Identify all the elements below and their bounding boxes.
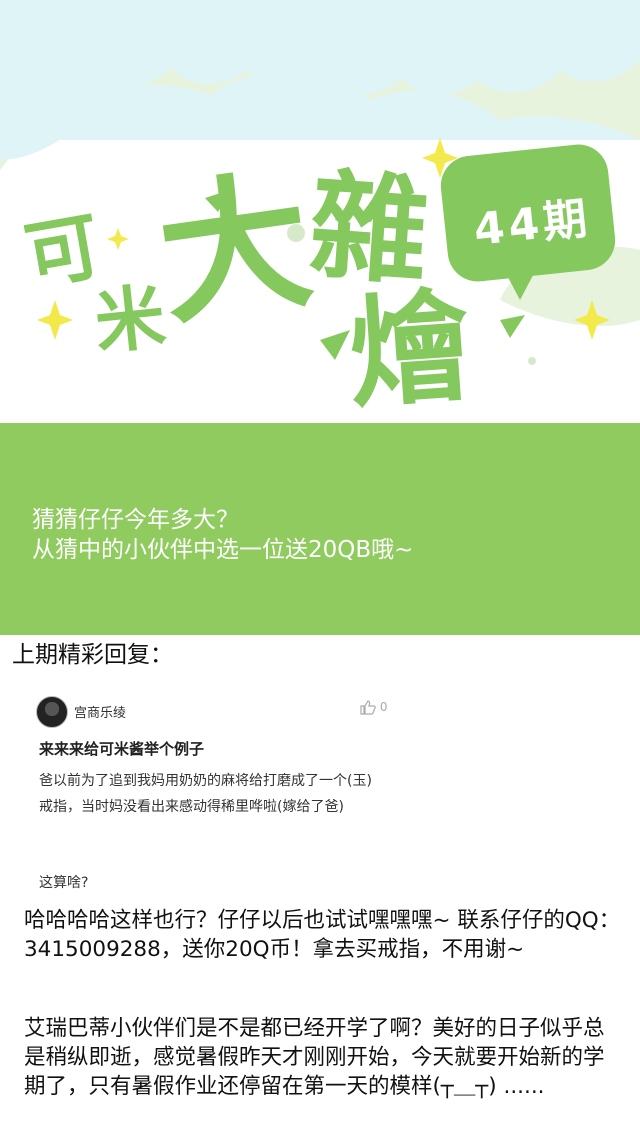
like-count: 0 bbox=[379, 700, 388, 714]
comment-body: 爸以前为了追到我妈用奶奶的麻将给打磨成了一个(玉)戒指，当时妈没看出来感动得稀里… bbox=[39, 773, 372, 815]
title-char-za: 雜 bbox=[305, 156, 433, 302]
question-line-1: 猜猜仔仔今年多大？ bbox=[32, 507, 239, 533]
comment-card: 宫商乐绫 0 来来来给可米酱举个例子 爸以前为了追到我妈用奶奶的麻将给打磨成了一… bbox=[30, 690, 410, 900]
like-button[interactable]: 0 bbox=[360, 700, 387, 715]
avatar[interactable] bbox=[36, 696, 68, 728]
title-char-hui: 燴 bbox=[345, 277, 475, 423]
title-char-mi: 米 bbox=[90, 275, 170, 365]
last-issue-heading: 上期精彩回复： bbox=[12, 642, 173, 668]
intro-paragraph: 艾瑞巴蒂小伙伴们是不是都已经开学了啊？美好的日子似乎总是稍纵即逝，感觉暑假昨天才… bbox=[24, 1016, 605, 1099]
comment-followup: 这算啥? bbox=[39, 875, 89, 891]
comment-username[interactable]: 宫商乐绫 bbox=[74, 702, 126, 721]
thumbs-up-icon bbox=[360, 700, 380, 715]
title-char-da: 大 bbox=[148, 153, 322, 347]
question-line-2: 从猜中的小伙伴中选一位送20QB哦~ bbox=[32, 537, 414, 563]
header-banner: 可 米 大 雜 燴 44期 bbox=[0, 0, 640, 423]
question-band: 猜猜仔仔今年多大？ 从猜中的小伙伴中选一位送20QB哦~ bbox=[0, 423, 640, 635]
reply-paragraph: 哈哈哈哈这样也行？仔仔以后也试试嘿嘿嘿~ 联系仔仔的QQ：3415009288，… bbox=[24, 908, 621, 962]
comment-title: 来来来给可米酱举个例子 bbox=[39, 740, 205, 758]
